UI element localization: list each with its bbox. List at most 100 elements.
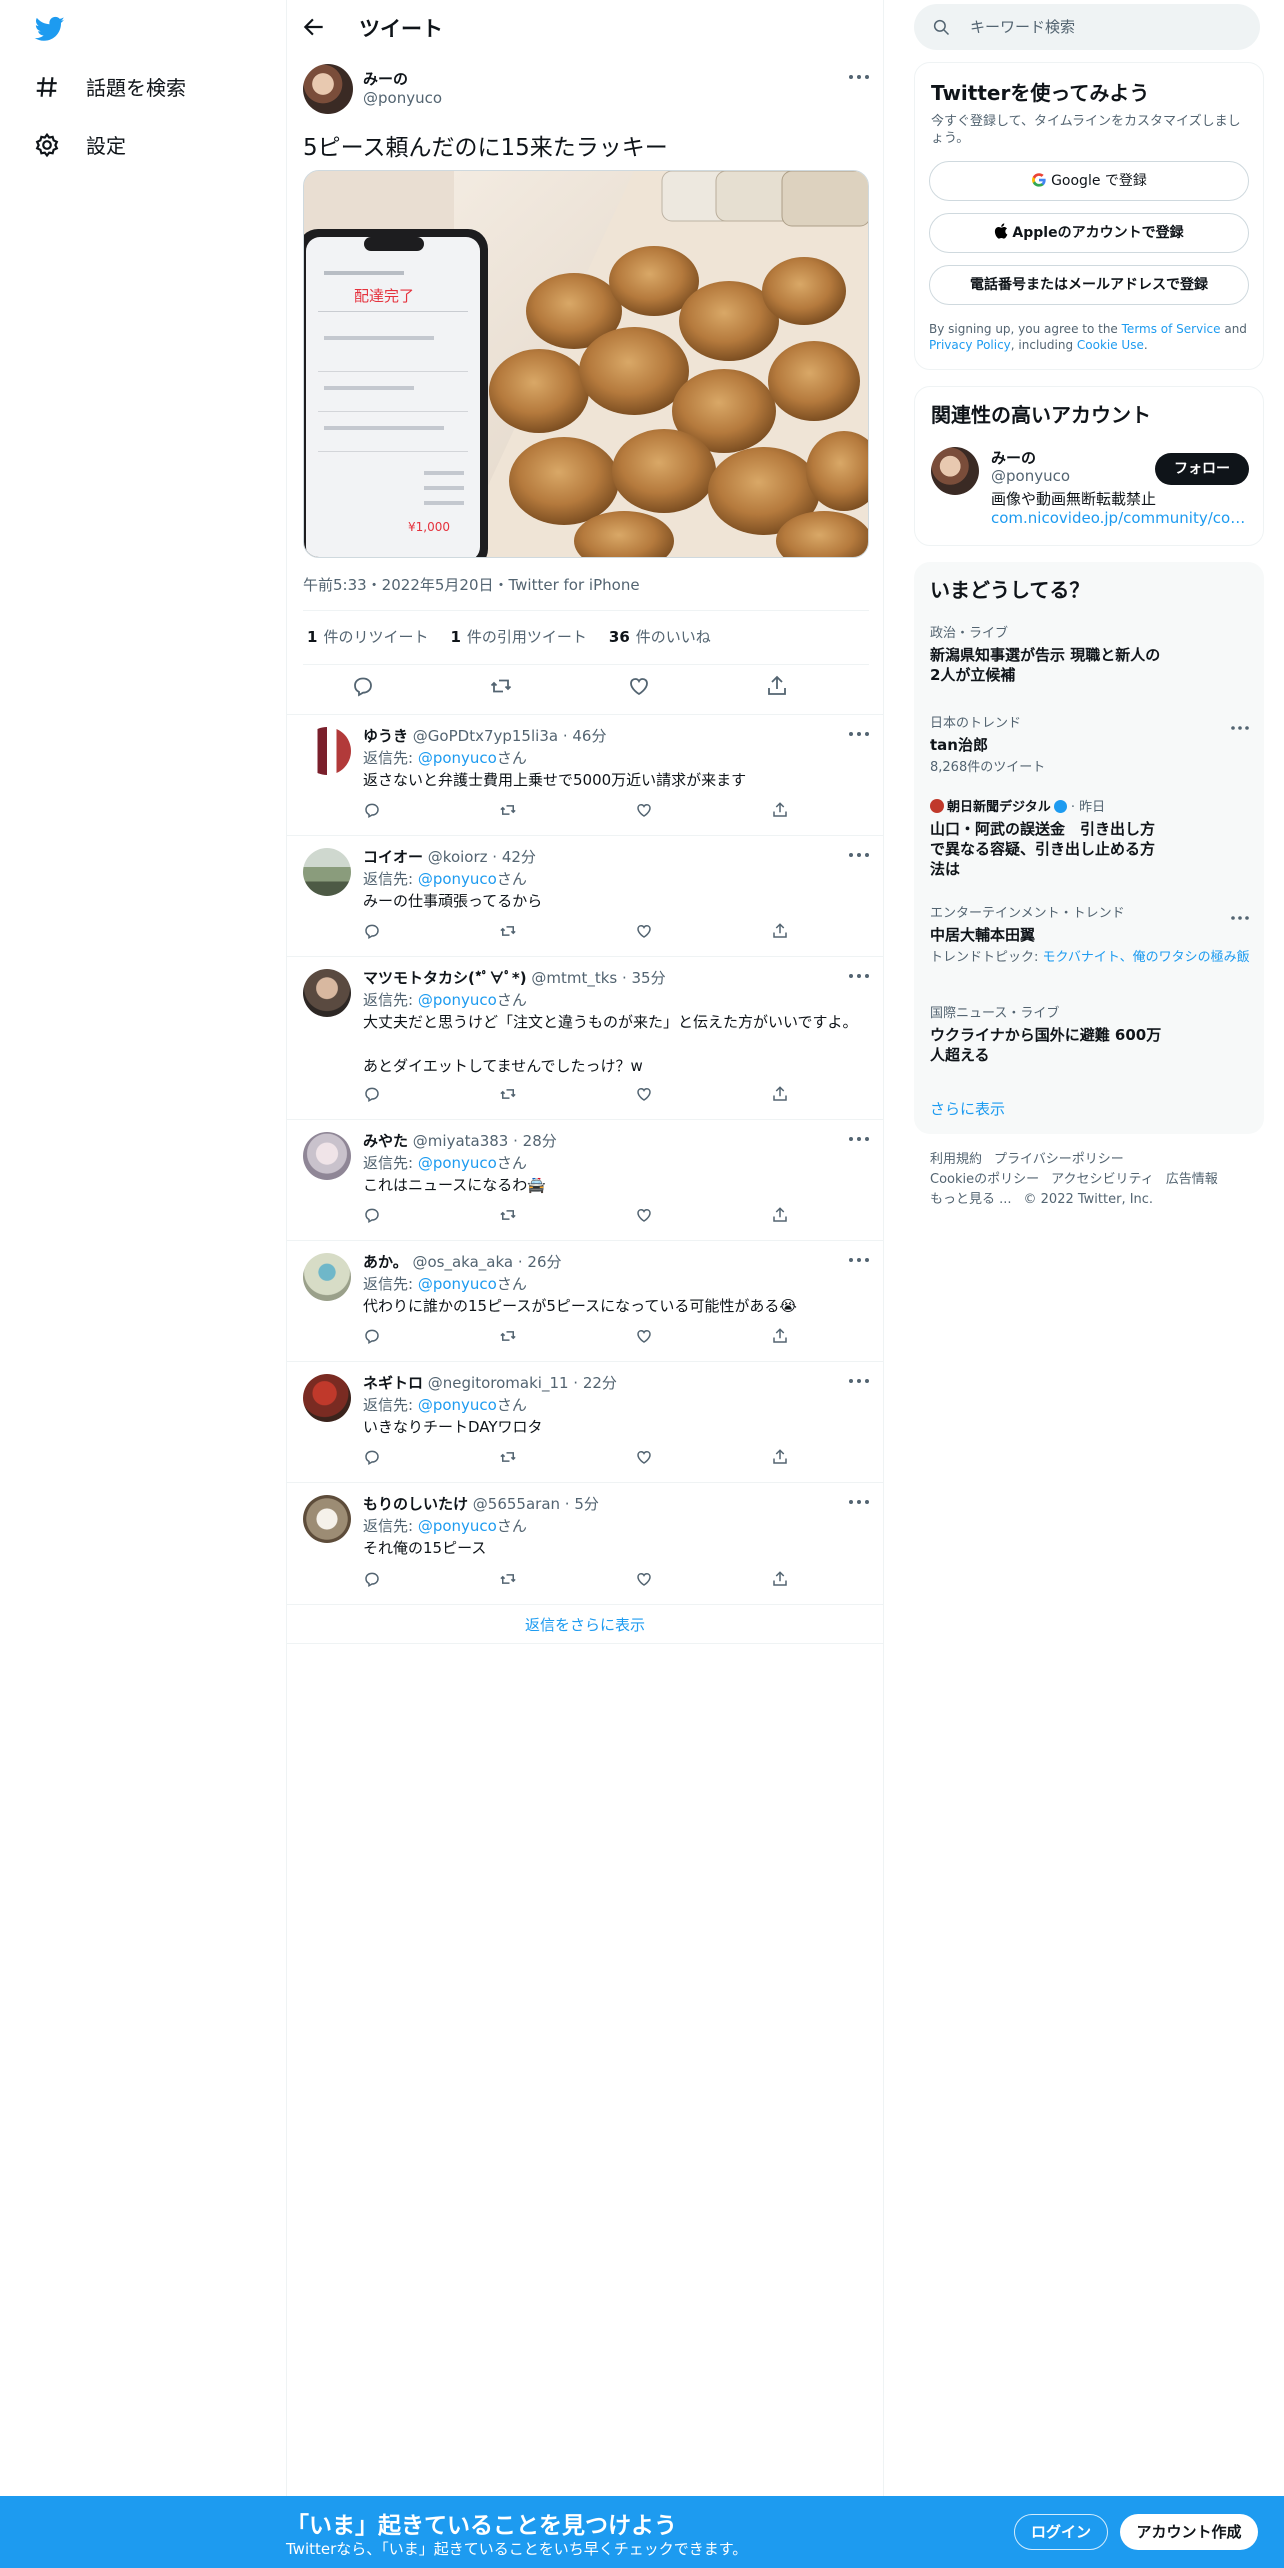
trend-item[interactable]: 日本のトレンド tan治郎 8,268件のツイート bbox=[930, 712, 1250, 776]
reply-icon[interactable] bbox=[351, 674, 375, 698]
footer-ads-link[interactable]: 広告情報 bbox=[1166, 1172, 1218, 1187]
retweet-icon[interactable] bbox=[489, 674, 513, 698]
like-icon[interactable] bbox=[635, 801, 653, 819]
like-icon[interactable] bbox=[635, 1327, 653, 1345]
reply-author-handle[interactable]: @mtmt_tks · 35分 bbox=[531, 969, 665, 987]
tweet-author-handle[interactable]: @ponyuco bbox=[363, 89, 442, 107]
reply-icon[interactable] bbox=[363, 1085, 381, 1103]
trends-show-more-link[interactable]: さらに表示 bbox=[930, 1098, 1005, 1119]
reply-author-name[interactable]: もりのしいたけ bbox=[363, 1495, 468, 1513]
reply-author-handle[interactable]: @5655aran · 5分 bbox=[473, 1495, 599, 1513]
terms-link[interactable]: Terms of Service bbox=[1122, 322, 1221, 336]
trend-item[interactable]: 政治・ライブ 新潟県知事選が告示 現職と新人の2人が立候補 bbox=[930, 622, 1250, 685]
more-options-icon[interactable] bbox=[847, 1134, 871, 1144]
apple-signup-button[interactable]: Appleのアカウントで登録 bbox=[929, 213, 1249, 253]
search-input[interactable] bbox=[970, 16, 1240, 38]
login-button[interactable]: ログイン bbox=[1014, 2514, 1108, 2550]
retweet-icon[interactable] bbox=[499, 1570, 517, 1588]
reply-icon[interactable] bbox=[363, 922, 381, 940]
share-icon[interactable] bbox=[771, 922, 789, 940]
reply-avatar[interactable] bbox=[303, 969, 351, 1017]
reply-tweet[interactable]: ゆうき @GoPDtx7yp15li3a · 46分 返信先: @ponyucoさ… bbox=[287, 714, 883, 835]
like-icon[interactable] bbox=[635, 922, 653, 940]
related-handle[interactable]: @ponyuco bbox=[991, 467, 1070, 485]
like-icon[interactable] bbox=[635, 1206, 653, 1224]
footer-terms-link[interactable]: 利用規約 bbox=[930, 1152, 982, 1167]
tweet-author-name[interactable]: みーの bbox=[363, 68, 408, 89]
follow-button[interactable]: フォロー bbox=[1155, 453, 1249, 485]
tweet-timestamp[interactable]: 午前5:33・2022年5月20日・Twitter for iPhone bbox=[303, 574, 640, 595]
footer-cookie-link[interactable]: Cookieのポリシー bbox=[930, 1172, 1039, 1187]
share-icon[interactable] bbox=[771, 1570, 789, 1588]
more-options-icon[interactable] bbox=[847, 1497, 871, 1507]
reply-author-handle[interactable]: @miyata383 · 28分 bbox=[413, 1132, 557, 1150]
reply-to-link[interactable]: @ponyuco bbox=[418, 870, 497, 888]
create-account-button[interactable]: アカウント作成 bbox=[1120, 2514, 1258, 2550]
reply-avatar[interactable] bbox=[303, 1495, 351, 1543]
cookie-link[interactable]: Cookie Use bbox=[1077, 338, 1144, 352]
retweet-icon[interactable] bbox=[499, 1085, 517, 1103]
reply-tweet[interactable]: もりのしいたけ @5655aran · 5分 返信先: @ponyucoさん それ俺… bbox=[287, 1482, 883, 1604]
trend-more-icon[interactable] bbox=[1230, 914, 1250, 922]
reply-avatar[interactable] bbox=[303, 1374, 351, 1422]
retweet-icon[interactable] bbox=[499, 801, 517, 819]
reply-avatar[interactable] bbox=[303, 1132, 351, 1180]
footer-more-link[interactable]: もっと見る ... bbox=[930, 1192, 1012, 1207]
share-icon[interactable] bbox=[771, 1085, 789, 1103]
reply-to-link[interactable]: @ponyuco bbox=[418, 1275, 497, 1293]
more-options-icon[interactable] bbox=[847, 971, 871, 981]
more-options-icon[interactable] bbox=[847, 1255, 871, 1265]
reply-icon[interactable] bbox=[363, 1448, 381, 1466]
trend-item[interactable]: 朝日新聞デジタル · 昨日 山口・阿武の誤送金 引き出し方で異なる容疑、引き出し… bbox=[930, 796, 1250, 879]
reply-author-handle[interactable]: @GoPDtx7yp15li3a · 46分 bbox=[413, 727, 607, 745]
retweet-icon[interactable] bbox=[499, 1206, 517, 1224]
reply-author-handle[interactable]: @koiorz · 42分 bbox=[428, 848, 536, 866]
share-icon[interactable] bbox=[771, 1448, 789, 1466]
twitter-logo-icon[interactable] bbox=[32, 14, 68, 44]
retweet-icon[interactable] bbox=[499, 1327, 517, 1345]
like-icon[interactable] bbox=[627, 674, 651, 698]
reply-to-link[interactable]: @ponyuco bbox=[418, 1396, 497, 1414]
like-icon[interactable] bbox=[635, 1085, 653, 1103]
reply-icon[interactable] bbox=[363, 1206, 381, 1224]
trend-item[interactable]: エンターテインメント・トレンド 中居大輔本田翼 トレンドトピック: モクバナイト… bbox=[930, 902, 1250, 966]
phone-signup-button[interactable]: 電話番号またはメールアドレスで登録 bbox=[929, 265, 1249, 305]
like-count[interactable]: 36 件のいいね bbox=[609, 626, 711, 647]
reply-icon[interactable] bbox=[363, 801, 381, 819]
more-options-icon[interactable] bbox=[847, 729, 871, 739]
privacy-link[interactable]: Privacy Policy bbox=[929, 338, 1011, 352]
reply-tweet[interactable]: あか。 @os_aka_aka · 26分 返信先: @ponyucoさん 代わりに… bbox=[287, 1240, 883, 1361]
tweet-author-avatar[interactable] bbox=[303, 64, 353, 114]
reply-tweet[interactable]: コイオー @koiorz · 42分 返信先: @ponyucoさん みーの仕事頑張… bbox=[287, 835, 883, 956]
more-options-icon[interactable] bbox=[847, 72, 871, 82]
reply-icon[interactable] bbox=[363, 1570, 381, 1588]
like-icon[interactable] bbox=[635, 1570, 653, 1588]
reply-author-handle[interactable]: @negitoromaki_11 · 22分 bbox=[428, 1374, 617, 1392]
reply-author-name[interactable]: ネギトロ bbox=[363, 1374, 423, 1392]
share-icon[interactable] bbox=[771, 801, 789, 819]
reply-tweet[interactable]: みやた @miyata383 · 28分 返信先: @ponyucoさん これはニュ… bbox=[287, 1119, 883, 1240]
share-icon[interactable] bbox=[771, 1206, 789, 1224]
like-icon[interactable] bbox=[635, 1448, 653, 1466]
trend-item[interactable]: 国際ニュース・ライブ ウクライナから国外に避難 600万人超える bbox=[930, 1002, 1250, 1065]
tweet-photo[interactable]: 配達完了 ¥1,000 bbox=[303, 170, 869, 558]
reply-avatar[interactable] bbox=[303, 1253, 351, 1301]
related-avatar[interactable] bbox=[931, 447, 979, 495]
share-icon[interactable] bbox=[771, 1327, 789, 1345]
reply-tweet[interactable]: ネギトロ @negitoromaki_11 · 22分 返信先: @ponyuco… bbox=[287, 1361, 883, 1482]
retweet-count[interactable]: 1 件のリツイート bbox=[307, 626, 428, 647]
reply-tweet[interactable]: マツモトタカシ(*ﾟ∀ﾟ*) @mtmt_tks · 35分 返信先: @pony… bbox=[287, 956, 883, 1119]
reply-to-link[interactable]: @ponyuco bbox=[418, 1154, 497, 1172]
nav-explore[interactable]: 話題を検索 bbox=[34, 72, 186, 101]
more-options-icon[interactable] bbox=[847, 850, 871, 860]
reply-to-link[interactable]: @ponyuco bbox=[418, 991, 497, 1009]
related-name[interactable]: みーの bbox=[991, 447, 1036, 468]
footer-accessibility-link[interactable]: アクセシビリティ bbox=[1051, 1172, 1154, 1187]
reply-author-name[interactable]: マツモトタカシ(*ﾟ∀ﾟ*) bbox=[363, 969, 527, 987]
reply-to-link[interactable]: @ponyuco bbox=[418, 1517, 497, 1535]
more-options-icon[interactable] bbox=[847, 1376, 871, 1386]
reply-author-handle[interactable]: @os_aka_aka · 26分 bbox=[412, 1253, 561, 1271]
footer-privacy-link[interactable]: プライバシーポリシー bbox=[994, 1152, 1124, 1167]
search-box[interactable] bbox=[914, 4, 1260, 50]
reply-to-link[interactable]: @ponyuco bbox=[418, 749, 497, 767]
